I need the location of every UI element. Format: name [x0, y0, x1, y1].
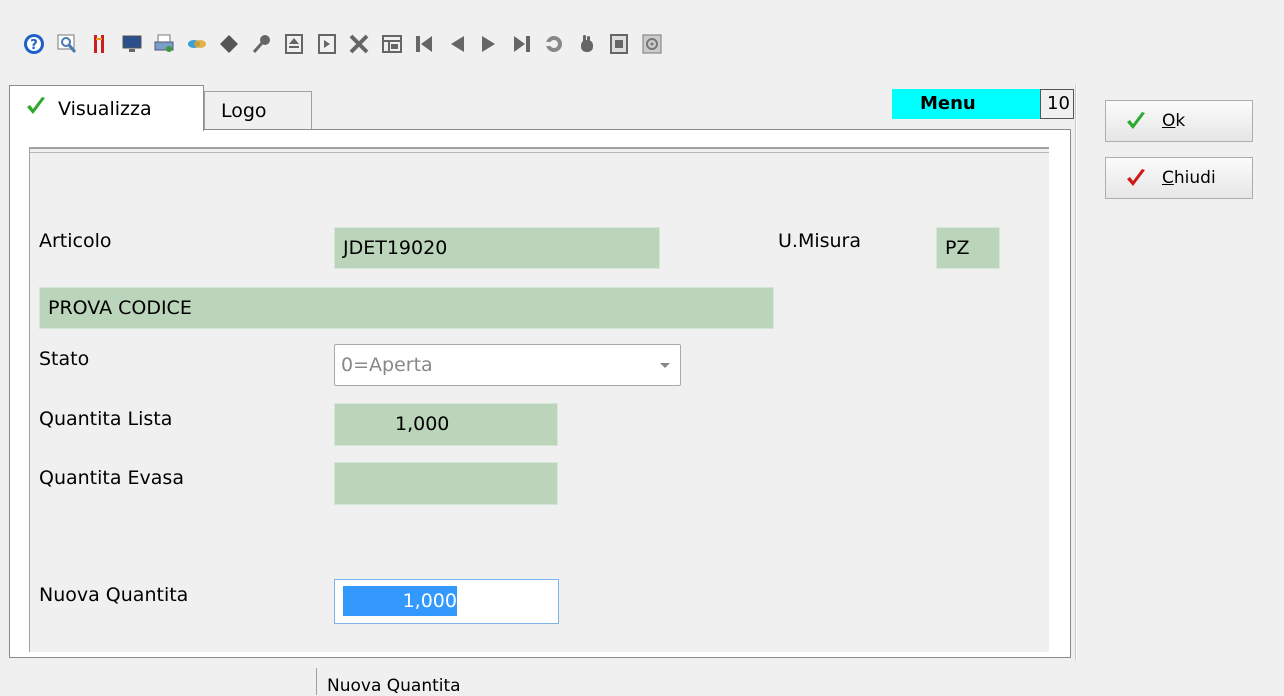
ok-button-label: Ok: [1162, 111, 1186, 131]
check-icon: [24, 94, 48, 123]
svg-text:?: ?: [30, 38, 38, 53]
chevron-down-icon[interactable]: [660, 363, 670, 368]
tab-logo-label: Logo: [221, 99, 267, 122]
link-icon[interactable]: [185, 32, 209, 56]
settings-icon[interactable]: [640, 32, 664, 56]
first-record-icon[interactable]: [412, 32, 436, 56]
stato-select[interactable]: 0=Aperta: [334, 344, 681, 386]
status-bar-divider: [316, 668, 317, 695]
monitor-icon[interactable]: [120, 32, 144, 56]
last-record-icon[interactable]: [510, 32, 534, 56]
nuova-quantita-label: Nuova Quantita: [39, 584, 189, 606]
umisura-field[interactable]: PZ: [936, 227, 1000, 269]
printer-icon[interactable]: [152, 32, 176, 56]
quantita-evasa-field[interactable]: [334, 462, 558, 505]
stato-select-value: 0=Aperta: [341, 354, 433, 376]
search-key-icon[interactable]: [250, 32, 274, 56]
export-icon[interactable]: [315, 32, 339, 56]
description-field[interactable]: PROVA CODICE: [39, 287, 774, 329]
nuova-quantita-selected-text: 1,000: [343, 586, 457, 616]
panel-body: Articolo JDET19020 U.Misura PZ PROVA COD…: [9, 129, 1071, 658]
preview-icon[interactable]: [55, 32, 79, 56]
vertical-divider-highlight: [1076, 85, 1077, 661]
delete-icon[interactable]: [347, 32, 371, 56]
status-bar-text: Nuova Quantita: [327, 676, 461, 696]
quantita-lista-label: Quantita Lista: [39, 408, 173, 430]
ok-button[interactable]: Ok: [1105, 100, 1253, 142]
articolo-label: Articolo: [39, 230, 112, 252]
bookmark-icon[interactable]: [87, 32, 111, 56]
help-icon[interactable]: ?: [22, 32, 46, 56]
number-badge[interactable]: 10: [1040, 89, 1074, 119]
stato-label: Stato: [39, 348, 90, 370]
tab-visualizza[interactable]: Visualizza: [9, 85, 204, 131]
eject-icon[interactable]: [282, 32, 306, 56]
hand-icon[interactable]: [575, 32, 599, 56]
diamond-icon[interactable]: [217, 32, 241, 56]
tab-logo[interactable]: Logo: [204, 91, 312, 129]
previous-record-icon[interactable]: [445, 32, 469, 56]
inner-frame: [29, 147, 1049, 652]
status-bar: [0, 663, 1284, 695]
table-icon[interactable]: [380, 32, 404, 56]
nuova-quantita-input[interactable]: 1,000: [334, 579, 559, 624]
check-icon: [1124, 109, 1148, 133]
menu-badge[interactable]: Menu: [892, 89, 1044, 119]
next-record-icon[interactable]: [477, 32, 501, 56]
quantita-lista-field[interactable]: 1,000: [334, 403, 558, 446]
tab-panel: Visualizza Logo Menu 10 Articolo JDET190…: [9, 85, 1074, 658]
umisura-label: U.Misura: [778, 230, 862, 252]
refresh-icon[interactable]: [542, 32, 566, 56]
red-check-icon: [1124, 166, 1148, 190]
tab-visualizza-label: Visualizza: [58, 97, 152, 120]
articolo-field[interactable]: JDET19020: [334, 227, 660, 269]
toolbar: ?: [22, 24, 672, 64]
chiudi-button-label: Chiudi: [1162, 168, 1216, 188]
chiudi-button[interactable]: Chiudi: [1105, 157, 1253, 199]
quantita-evasa-label: Quantita Evasa: [39, 467, 184, 489]
document-icon[interactable]: [607, 32, 631, 56]
